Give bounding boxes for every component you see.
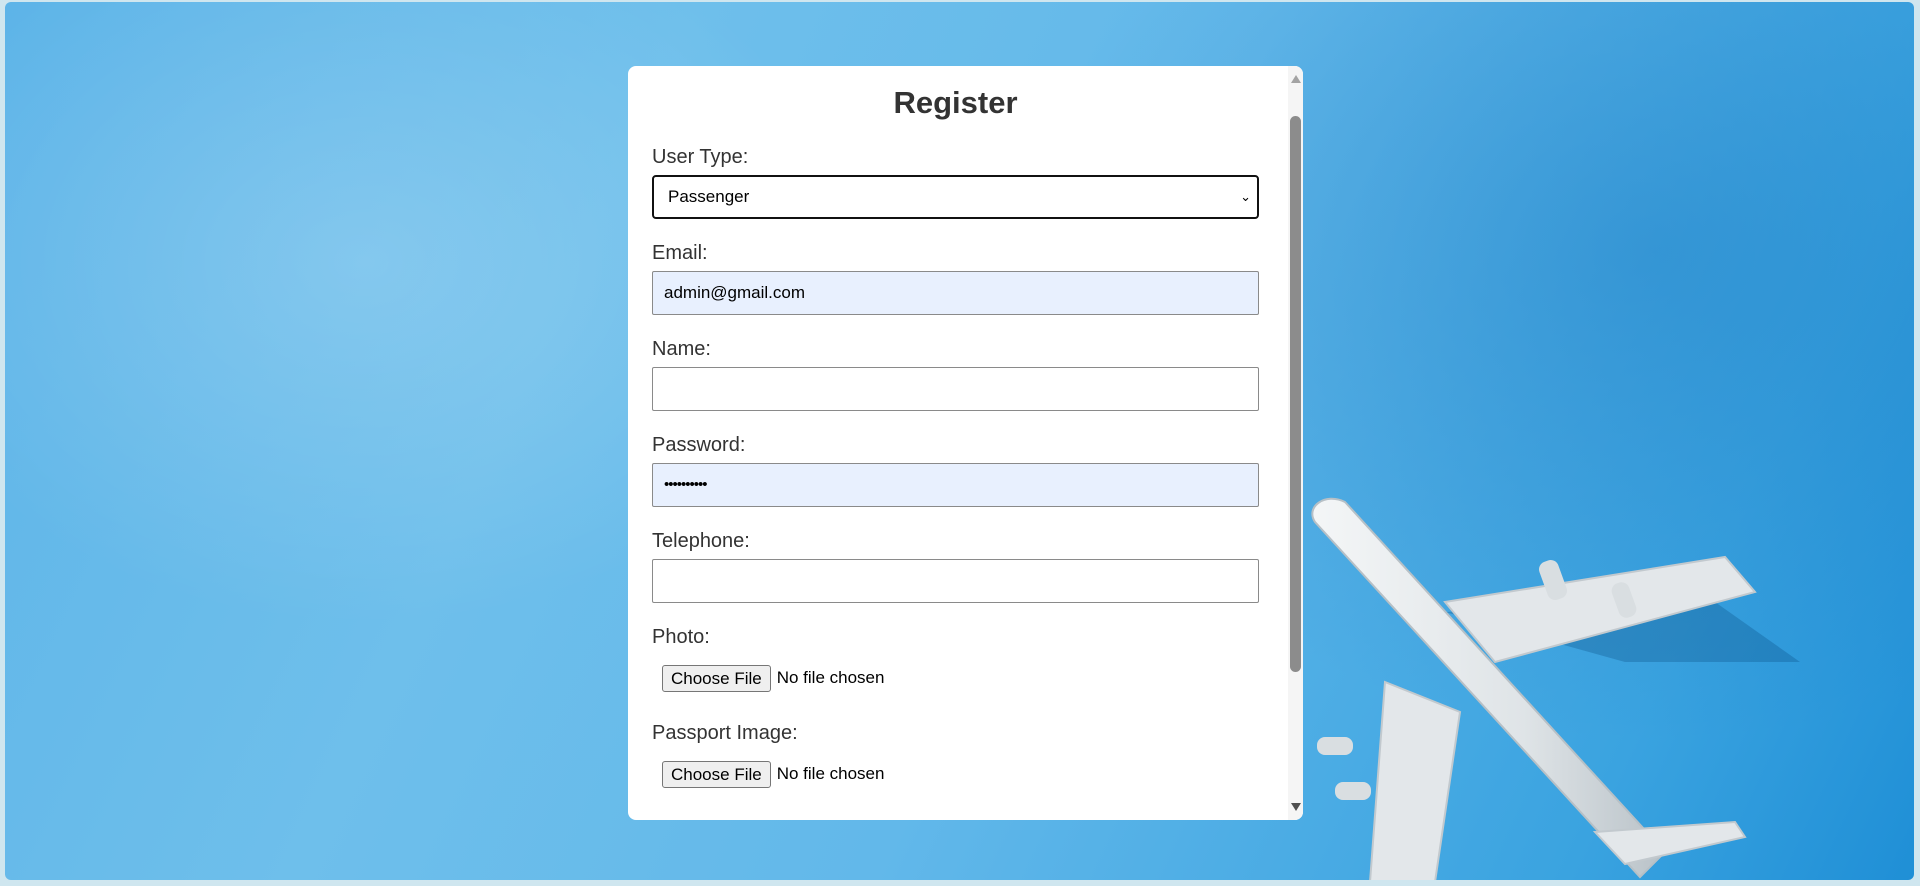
password-label: Password: xyxy=(652,434,746,456)
scroll-thumb[interactable] xyxy=(1290,116,1301,672)
passport-image-field: Passport Image: Choose File No file chos… xyxy=(652,721,1259,789)
photo-file-status: No file chosen xyxy=(776,668,885,687)
airplane-illustration xyxy=(1311,497,1800,880)
passport-file-status: No file chosen xyxy=(776,764,885,783)
user-type-label: User Type: xyxy=(652,146,749,168)
password-field: Password: •••••••••• xyxy=(652,433,1259,507)
photo-choose-file-button[interactable]: Choose File xyxy=(662,664,771,692)
email-input[interactable]: admin@gmail.com xyxy=(652,271,1259,315)
telephone-field: Telephone: xyxy=(652,529,1259,603)
register-card: Register User Type: Passenger ⌄ Email: a… xyxy=(628,66,1303,820)
name-input[interactable] xyxy=(652,367,1259,411)
page-title: Register xyxy=(893,85,1018,120)
scroll-down-arrow-icon[interactable] xyxy=(1291,803,1301,811)
user-type-selected-value: Passenger xyxy=(668,187,750,206)
photo-file-input: Choose File No file chosen xyxy=(662,663,1259,693)
name-label: Name: xyxy=(652,338,711,360)
user-type-field: User Type: Passenger ⌄ xyxy=(652,145,1259,219)
email-label: Email: xyxy=(652,242,708,264)
user-type-select[interactable]: Passenger ⌄ xyxy=(652,175,1259,219)
page-background: Register User Type: Passenger ⌄ Email: a… xyxy=(5,2,1914,880)
name-field: Name: xyxy=(652,337,1259,411)
photo-label: Photo: xyxy=(652,626,710,648)
passport-choose-file-button[interactable]: Choose File xyxy=(662,760,771,788)
passport-image-file-input: Choose File No file chosen xyxy=(662,759,1259,789)
form-scrollbar[interactable] xyxy=(1288,66,1303,820)
telephone-input[interactable] xyxy=(652,559,1259,603)
chevron-down-icon: ⌄ xyxy=(1240,189,1251,204)
scroll-up-arrow-icon[interactable] xyxy=(1291,75,1301,83)
passport-image-label: Passport Image: xyxy=(652,722,798,744)
photo-field: Photo: Choose File No file chosen xyxy=(652,625,1259,693)
register-form: Register User Type: Passenger ⌄ Email: a… xyxy=(652,66,1259,817)
telephone-label: Telephone: xyxy=(652,530,750,552)
email-field: Email: admin@gmail.com xyxy=(652,241,1259,315)
password-input[interactable]: •••••••••• xyxy=(652,463,1259,507)
